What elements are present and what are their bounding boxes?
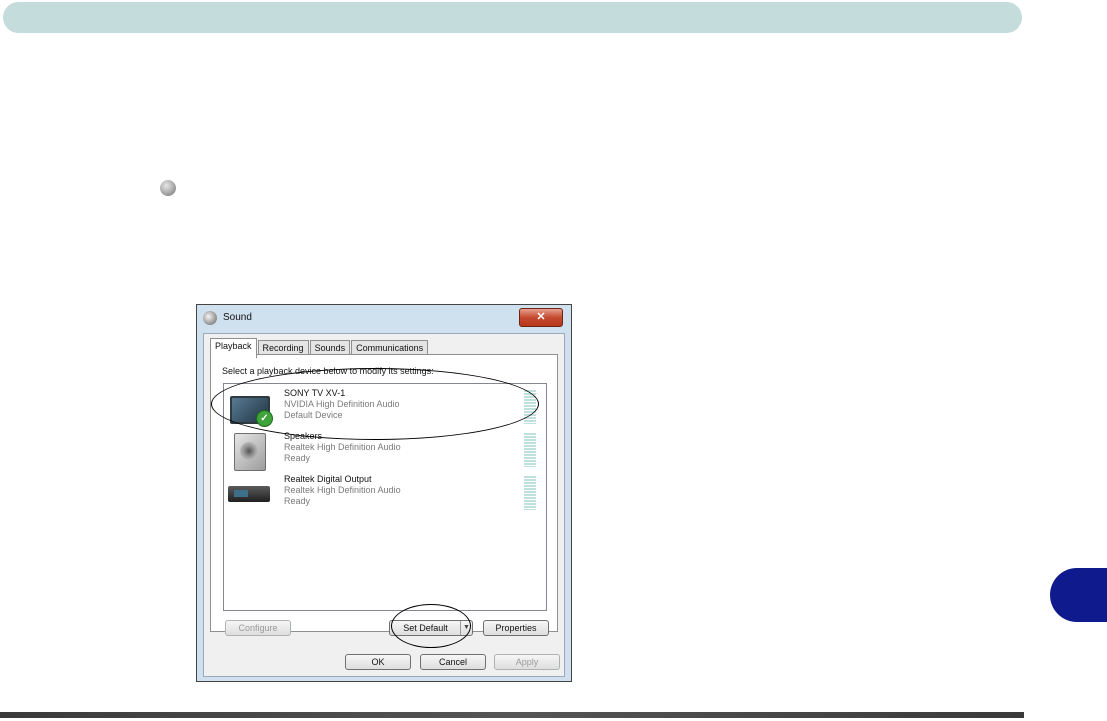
apply-button[interactable]: Apply: [494, 654, 560, 670]
sound-dialog: Sound ✕ Playback Recording Sounds Commun…: [196, 304, 572, 682]
header-bar: [3, 2, 1022, 33]
sound-icon: [160, 180, 176, 196]
tab-playback[interactable]: Playback: [210, 338, 257, 358]
checkmark-icon: ✓: [256, 410, 273, 427]
device-driver: NVIDIA High Definition Audio: [284, 399, 400, 409]
chapter-tab: [1050, 568, 1107, 622]
playback-panel: Select a playback device below to modify…: [210, 354, 558, 636]
device-name: Realtek Digital Output: [284, 474, 372, 484]
cancel-button[interactable]: Cancel: [420, 654, 486, 670]
device-item-sony-tv[interactable]: ✓ SONY TV XV-1 NVIDIA High Definition Au…: [224, 386, 546, 429]
speaker-icon: [228, 433, 270, 471]
set-default-label: Set Default: [403, 623, 448, 633]
volume-meter: [524, 390, 536, 424]
properties-button[interactable]: Properties: [483, 620, 549, 636]
speaker-icon: [203, 311, 217, 325]
device-driver: Realtek High Definition Audio: [284, 442, 401, 452]
digital-output-icon: [228, 476, 270, 512]
instruction-text: Select a playback device below to modify…: [222, 366, 434, 376]
set-default-button[interactable]: Set Default ▼: [389, 620, 473, 636]
device-driver: Realtek High Definition Audio: [284, 485, 401, 495]
configure-button[interactable]: Configure: [225, 620, 291, 636]
volume-meter: [524, 476, 536, 510]
device-name: SONY TV XV-1: [284, 388, 346, 398]
close-button[interactable]: ✕: [519, 308, 563, 327]
chevron-down-icon[interactable]: ▼: [460, 621, 472, 635]
device-item-speakers[interactable]: Speakers Realtek High Definition Audio R…: [224, 429, 546, 472]
device-status: Ready: [284, 453, 311, 463]
device-item-digital-output[interactable]: Realtek Digital Output Realtek High Defi…: [224, 472, 546, 515]
footer-rule: [0, 712, 1024, 718]
dialog-titlebar: Sound ✕: [197, 305, 571, 331]
device-name: Speakers: [284, 431, 323, 441]
device-list[interactable]: ✓ SONY TV XV-1 NVIDIA High Definition Au…: [223, 383, 547, 611]
tab-strip: Playback Recording Sounds Communications: [210, 338, 429, 358]
tv-icon: ✓: [228, 390, 273, 427]
device-status: Ready: [284, 496, 311, 506]
dialog-title: Sound: [223, 312, 252, 323]
ok-button[interactable]: OK: [345, 654, 411, 670]
volume-meter: [524, 433, 536, 467]
dialog-client: Playback Recording Sounds Communications…: [203, 333, 565, 677]
device-status: Default Device: [284, 410, 343, 420]
